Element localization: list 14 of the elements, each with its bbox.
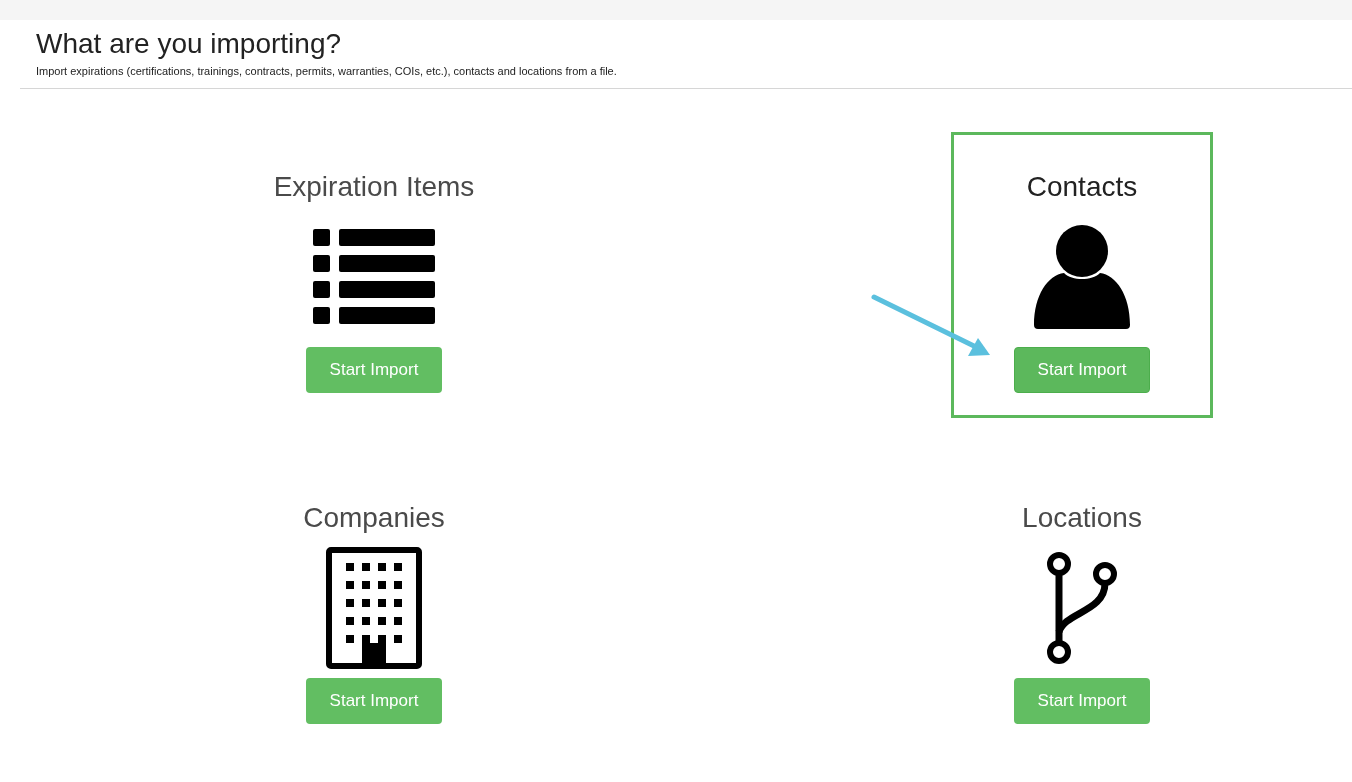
page-subtitle: Import expirations (certifications, trainings, contracts, permits, warranties, COIs, etc.), contacts and locations from a file. — [36, 64, 617, 78]
start-import-button[interactable]: Start Import — [1014, 347, 1150, 393]
card-title: Companies — [303, 501, 445, 535]
branch-icon — [1045, 552, 1119, 664]
start-import-button[interactable]: Start Import — [306, 347, 442, 393]
building-icon — [326, 547, 422, 669]
card-title: Locations — [1022, 501, 1142, 535]
start-import-button[interactable]: Start Import — [306, 678, 442, 724]
card-title: Contacts — [1026, 170, 1138, 204]
page-title: What are you importing? — [36, 27, 342, 61]
list-icon — [313, 229, 435, 325]
start-import-button[interactable]: Start Import — [1014, 678, 1150, 724]
person-icon — [1034, 225, 1130, 329]
card-title: Expiration Items — [273, 170, 475, 204]
